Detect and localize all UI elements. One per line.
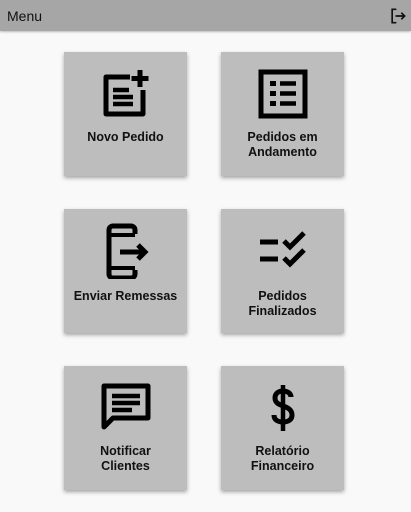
app-bar: Menu [0,0,411,31]
checklist-icon [260,231,306,268]
card-label: Enviar Remessas [73,289,178,303]
card-label: Relatório Financeiro [250,444,315,473]
card-label: Novo Pedido [87,130,164,144]
card-pedidos-em-andamento[interactable]: Pedidos em Andamento [221,52,344,176]
list-icon [258,69,308,119]
card-novo-pedido[interactable]: Novo Pedido [64,52,187,176]
card-pedidos-finalizados[interactable]: Pedidos Finalizados [221,209,344,333]
dollar-icon [271,385,295,431]
card-label: Pedidos Finalizados [248,289,317,318]
card-label: Pedidos em Andamento [247,130,318,159]
card-notificar-clientes[interactable]: Notificar Clientes [64,366,187,490]
new-order-icon [103,70,149,117]
message-icon [101,383,151,430]
card-relatorio-financeiro[interactable]: Relatório Financeiro [221,366,344,490]
send-shipment-icon [106,223,149,279]
card-enviar-remessas[interactable]: Enviar Remessas [64,209,187,333]
card-label: Notificar Clientes [100,444,151,473]
logout-icon[interactable] [388,6,408,26]
page-title: Menu [7,8,43,24]
